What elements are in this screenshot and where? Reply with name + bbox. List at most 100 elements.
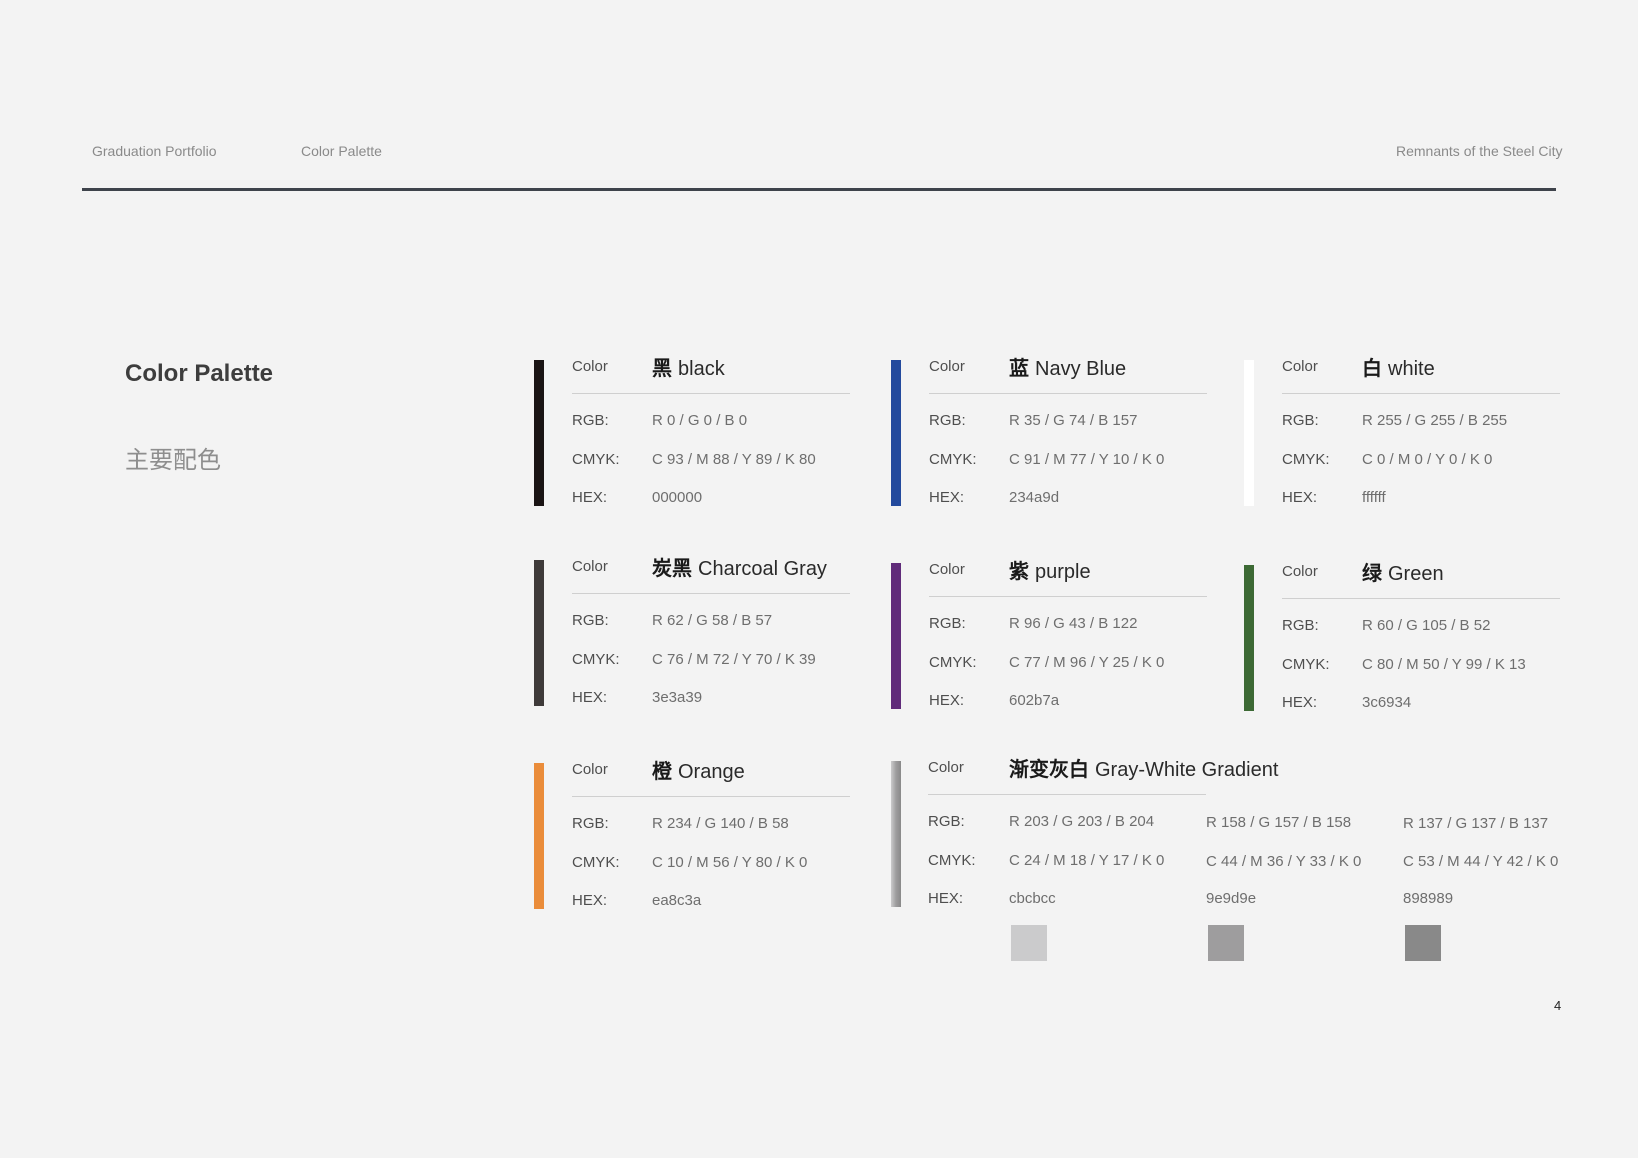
cmyk-value: C 80 / M 50 / Y 99 / K 13: [1362, 656, 1526, 673]
color-label: Color: [929, 561, 965, 578]
gradient-hex-value: cbcbcc: [1009, 890, 1056, 907]
color-name-en: Navy Blue: [1035, 358, 1127, 380]
color-name: 绿 Green: [1362, 557, 1444, 586]
color-name-en: Orange: [678, 761, 745, 783]
cmyk-label: CMYK:: [572, 651, 620, 668]
gradient-cmyk-value: C 53 / M 44 / Y 42 / K 0: [1403, 853, 1559, 870]
cmyk-label: CMYK:: [929, 451, 977, 468]
color-bar: [891, 360, 901, 506]
color-card-divider: [572, 393, 850, 394]
hex-label: HEX:: [572, 689, 608, 706]
cmyk-label: CMYK:: [1282, 656, 1330, 673]
gradient-hex-value: 898989: [1403, 890, 1454, 907]
color-name-cn: 绿: [1362, 563, 1382, 585]
hex-label: HEX:: [1282, 694, 1318, 711]
color-label: Color: [1282, 358, 1318, 375]
hex-value: 602b7a: [1009, 692, 1060, 709]
color-name-en: black: [678, 358, 725, 380]
color-name: 炭黑 Charcoal Gray: [652, 552, 827, 581]
color-bar: [534, 763, 544, 909]
cmyk-label: CMYK:: [572, 451, 620, 468]
cmyk-value: C 77 / M 96 / Y 25 / K 0: [1009, 654, 1165, 671]
color-label: Color: [1282, 563, 1318, 580]
color-name: 白 white: [1362, 352, 1435, 381]
gradient-name-cn: 渐变灰白: [1009, 759, 1089, 781]
color-name-cn: 黑: [652, 358, 672, 380]
color-label: Color: [572, 358, 608, 375]
cmyk-value: C 76 / M 72 / Y 70 / K 39: [652, 651, 816, 668]
color-name: 蓝 Navy Blue: [1009, 352, 1126, 381]
header-divider: [82, 188, 1556, 191]
page-subtitle: 主要配色: [125, 447, 221, 474]
color-name-en: purple: [1035, 561, 1091, 583]
color-name-en: Green: [1388, 563, 1444, 585]
color-card-divider: [572, 593, 850, 594]
gradient-rgb-value: R 158 / G 157 / B 158: [1206, 814, 1352, 831]
color-bar: [891, 563, 901, 709]
rgb-label: RGB:: [1282, 617, 1319, 634]
rgb-value: R 96 / G 43 / B 122: [1009, 615, 1138, 632]
gradient-name-en: Gray-White Gradient: [1095, 759, 1279, 781]
color-name-cn: 炭黑: [652, 558, 692, 580]
color-bar: [534, 560, 544, 706]
color-name-en: Charcoal Gray: [698, 558, 827, 580]
cmyk-value: C 0 / M 0 / Y 0 / K 0: [1362, 451, 1493, 468]
cmyk-label: CMYK:: [929, 654, 977, 671]
rgb-value: R 234 / G 140 / B 58: [652, 815, 789, 832]
gradient-rgb-value: R 137 / G 137 / B 137: [1403, 815, 1549, 832]
color-name-cn: 紫: [1009, 561, 1029, 583]
color-name-cn: 蓝: [1009, 358, 1029, 380]
header-portfolio-title: Graduation Portfolio: [92, 143, 217, 159]
gradient-hex-value: 9e9d9e: [1206, 890, 1257, 907]
rgb-label: RGB:: [572, 815, 609, 832]
color-card-divider: [929, 393, 1207, 394]
gradient-hex-label: HEX:: [928, 890, 964, 907]
cmyk-value: C 91 / M 77 / Y 10 / K 0: [1009, 451, 1165, 468]
hex-value: ea8c3a: [652, 892, 702, 909]
color-label: Color: [929, 358, 965, 375]
rgb-label: RGB:: [929, 412, 966, 429]
color-bar: [534, 360, 544, 506]
rgb-value: R 255 / G 255 / B 255: [1362, 412, 1508, 429]
hex-value: ffffff: [1362, 489, 1386, 506]
color-label: Color: [572, 558, 608, 575]
rgb-label: RGB:: [572, 612, 609, 629]
hex-label: HEX:: [572, 892, 608, 909]
color-card-divider: [572, 796, 850, 797]
gradient-swatch: [1405, 925, 1441, 961]
gradient-rgb-value: R 203 / G 203 / B 204: [1009, 813, 1155, 830]
cmyk-label: CMYK:: [1282, 451, 1330, 468]
hex-label: HEX:: [572, 489, 608, 506]
page-title: Color Palette: [125, 360, 274, 387]
cmyk-value: C 93 / M 88 / Y 89 / K 80: [652, 451, 816, 468]
gradient-rgb-label: RGB:: [928, 813, 965, 830]
hex-label: HEX:: [929, 489, 965, 506]
rgb-label: RGB:: [929, 615, 966, 632]
cmyk-value: C 10 / M 56 / Y 80 / K 0: [652, 854, 808, 871]
rgb-value: R 35 / G 74 / B 157: [1009, 412, 1138, 429]
gradient-color-bar: [891, 761, 901, 907]
rgb-value: R 60 / G 105 / B 52: [1362, 617, 1491, 634]
rgb-label: RGB:: [572, 412, 609, 429]
hex-label: HEX:: [929, 692, 965, 709]
color-label: Color: [572, 761, 608, 778]
rgb-label: RGB:: [1282, 412, 1319, 429]
hex-value: 3e3a39: [652, 689, 703, 706]
gradient-cmyk-value: C 44 / M 36 / Y 33 / K 0: [1206, 853, 1362, 870]
gradient-card-divider: [928, 794, 1206, 795]
header-project-title: Remnants of the Steel City: [1396, 143, 1563, 159]
hex-value: 3c6934: [1362, 694, 1412, 711]
color-name-cn: 橙: [652, 761, 672, 783]
rgb-value: R 0 / G 0 / B 0: [652, 412, 748, 429]
color-bar: [1244, 360, 1254, 506]
rgb-value: R 62 / G 58 / B 57: [652, 612, 773, 629]
color-name-cn: 白: [1362, 358, 1382, 380]
gradient-swatch: [1208, 925, 1244, 961]
header-section-title: Color Palette: [301, 143, 382, 159]
hex-value: 000000: [652, 489, 703, 506]
color-name: 橙 Orange: [652, 755, 745, 784]
hex-value: 234a9d: [1009, 489, 1060, 506]
hex-label: HEX:: [1282, 489, 1318, 506]
color-bar: [1244, 565, 1254, 711]
color-name: 紫 purple: [1009, 555, 1091, 584]
